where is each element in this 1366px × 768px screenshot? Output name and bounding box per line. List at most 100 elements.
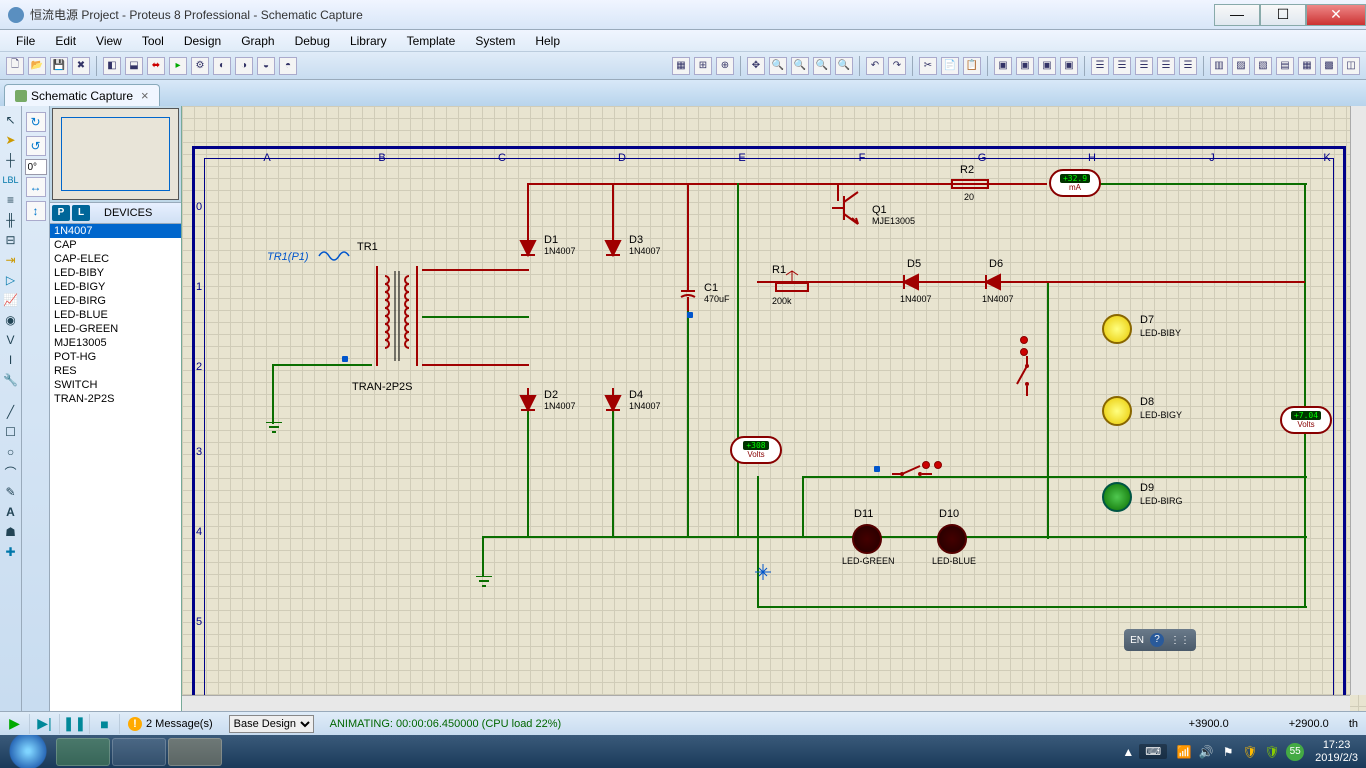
clock[interactable]: 17:23 2019/2/3 bbox=[1315, 739, 1358, 765]
cut-icon[interactable]: ✂ bbox=[919, 57, 937, 75]
device-item[interactable]: RES bbox=[50, 364, 181, 378]
step-button[interactable]: ▶| bbox=[30, 714, 60, 734]
led-d8[interactable] bbox=[1102, 396, 1132, 426]
text-mode-icon[interactable]: ≡ bbox=[3, 192, 19, 208]
tool4-icon[interactable]: ▸ bbox=[169, 57, 187, 75]
component-mode-icon[interactable]: ➤ bbox=[3, 132, 19, 148]
pcb1-icon[interactable]: ▥ bbox=[1210, 57, 1228, 75]
snap-icon[interactable]: ⊞ bbox=[694, 57, 712, 75]
ime-help-icon[interactable]: ? bbox=[1150, 633, 1164, 647]
rot-ccw-icon[interactable]: ↺ bbox=[26, 136, 46, 156]
tool3-icon[interactable]: ⬌ bbox=[147, 57, 165, 75]
flip-h-icon[interactable]: ↔ bbox=[26, 177, 46, 197]
device-item[interactable]: SWITCH bbox=[50, 378, 181, 392]
pcb6-icon[interactable]: ▩ bbox=[1320, 57, 1338, 75]
play-button[interactable]: ▶ bbox=[0, 714, 30, 734]
text-2d-icon[interactable]: A bbox=[3, 504, 19, 520]
start-button[interactable] bbox=[0, 735, 54, 768]
terminal-icon[interactable]: ⇥ bbox=[3, 252, 19, 268]
task-item-proteus[interactable] bbox=[112, 738, 166, 766]
tool5-icon[interactable]: ⚙ bbox=[191, 57, 209, 75]
task-item-browser[interactable] bbox=[56, 738, 110, 766]
tab-schematic[interactable]: Schematic Capture × bbox=[4, 84, 160, 106]
pick-devices-icon[interactable]: P bbox=[52, 205, 70, 221]
path-2d-icon[interactable]: ✎ bbox=[3, 484, 19, 500]
led-d11[interactable] bbox=[852, 524, 882, 554]
device-item[interactable]: CAP bbox=[50, 238, 181, 252]
zoomarea-icon[interactable]: 🔍 bbox=[835, 57, 853, 75]
zoomfit-icon[interactable]: 🔍 bbox=[813, 57, 831, 75]
arc-2d-icon[interactable]: ⌒ bbox=[3, 464, 19, 480]
module4-icon[interactable]: ☰ bbox=[1157, 57, 1175, 75]
device-item[interactable]: LED-BLUE bbox=[50, 308, 181, 322]
menu-design[interactable]: Design bbox=[174, 32, 231, 50]
transistor-q1[interactable] bbox=[822, 188, 862, 228]
led-d9[interactable] bbox=[1102, 482, 1132, 512]
menu-system[interactable]: System bbox=[465, 32, 525, 50]
menu-debug[interactable]: Debug bbox=[285, 32, 340, 50]
pan-icon[interactable]: ✥ bbox=[747, 57, 765, 75]
tool8-icon[interactable]: ◒ bbox=[257, 57, 275, 75]
menu-graph[interactable]: Graph bbox=[231, 32, 284, 50]
new-icon[interactable]: 🗋 bbox=[6, 57, 24, 75]
menu-help[interactable]: Help bbox=[525, 32, 570, 50]
tool1-icon[interactable]: ◧ bbox=[103, 57, 121, 75]
pcb4-icon[interactable]: ▤ bbox=[1276, 57, 1294, 75]
task-item-explorer[interactable] bbox=[168, 738, 222, 766]
menu-edit[interactable]: Edit bbox=[45, 32, 86, 50]
graph-icon[interactable]: 📈 bbox=[3, 292, 19, 308]
diode-d3[interactable] bbox=[604, 231, 622, 259]
origin-icon[interactable]: ⊕ bbox=[716, 57, 734, 75]
grid-icon[interactable]: ▦ bbox=[672, 57, 690, 75]
junction-mode-icon[interactable]: ┼ bbox=[3, 152, 19, 168]
pcb3-icon[interactable]: ▧ bbox=[1254, 57, 1272, 75]
probe-i-icon[interactable]: I bbox=[3, 352, 19, 368]
minimize-button[interactable]: — bbox=[1214, 4, 1260, 26]
tray-badge[interactable]: 55 bbox=[1286, 743, 1304, 761]
diode-d2[interactable] bbox=[519, 386, 537, 414]
undo-icon[interactable]: ↶ bbox=[866, 57, 884, 75]
device-item[interactable]: LED-GREEN bbox=[50, 322, 181, 336]
switch-indicator[interactable] bbox=[934, 461, 942, 469]
design-select[interactable]: Base Design bbox=[229, 715, 314, 733]
messages-indicator[interactable]: ! 2 Message(s) bbox=[120, 717, 221, 731]
block1-icon[interactable]: ▣ bbox=[994, 57, 1012, 75]
scrollbar-horizontal[interactable] bbox=[182, 695, 1350, 711]
ime-toolbar[interactable]: EN ? ⋮⋮ bbox=[1124, 629, 1196, 651]
device-item[interactable]: CAP-ELEC bbox=[50, 252, 181, 266]
generator-icon[interactable]: ◉ bbox=[3, 312, 19, 328]
device-list[interactable]: 1N4007 CAP CAP-ELEC LED-BIBY LED-BIGY LE… bbox=[50, 224, 181, 711]
block3-icon[interactable]: ▣ bbox=[1038, 57, 1056, 75]
module1-icon[interactable]: ☰ bbox=[1091, 57, 1109, 75]
menu-library[interactable]: Library bbox=[340, 32, 397, 50]
switch-icon[interactable] bbox=[1012, 356, 1042, 396]
switch-icon[interactable] bbox=[892, 464, 932, 484]
zoomin-icon[interactable]: 🔍 bbox=[769, 57, 787, 75]
module3-icon[interactable]: ☰ bbox=[1135, 57, 1153, 75]
pcb5-icon[interactable]: ▦ bbox=[1298, 57, 1316, 75]
pcb2-icon[interactable]: ▨ bbox=[1232, 57, 1250, 75]
symbol-2d-icon[interactable]: ☗ bbox=[3, 524, 19, 540]
menu-template[interactable]: Template bbox=[397, 32, 466, 50]
tool6-icon[interactable]: ◐ bbox=[213, 57, 231, 75]
save-icon[interactable]: 💾 bbox=[50, 57, 68, 75]
menu-file[interactable]: File bbox=[6, 32, 45, 50]
tool9-icon[interactable]: ◓ bbox=[279, 57, 297, 75]
library-icon[interactable]: L bbox=[72, 205, 90, 221]
circle-2d-icon[interactable]: ○ bbox=[3, 444, 19, 460]
device-item[interactable]: 1N4007 bbox=[50, 224, 181, 238]
switch-indicator[interactable] bbox=[1020, 348, 1028, 356]
paste-icon[interactable]: 📋 bbox=[963, 57, 981, 75]
tab-close-icon[interactable]: × bbox=[141, 88, 149, 103]
device-item[interactable]: TRAN-2P2S bbox=[50, 392, 181, 406]
redo-icon[interactable]: ↷ bbox=[888, 57, 906, 75]
pcb7-icon[interactable]: ◫ bbox=[1342, 57, 1360, 75]
resistor-r2[interactable] bbox=[950, 176, 990, 192]
tray-up-icon[interactable]: ▲ bbox=[1120, 744, 1136, 760]
menu-view[interactable]: View bbox=[86, 32, 132, 50]
tray-shield-icon[interactable]: 🛡 bbox=[1242, 744, 1258, 760]
tray-flag-icon[interactable]: ⚑ bbox=[1220, 744, 1236, 760]
voltmeter-2[interactable]: +7.04 Volts bbox=[1280, 406, 1332, 434]
capacitor-c1[interactable] bbox=[679, 281, 697, 311]
transformer-icon[interactable] bbox=[367, 256, 427, 376]
